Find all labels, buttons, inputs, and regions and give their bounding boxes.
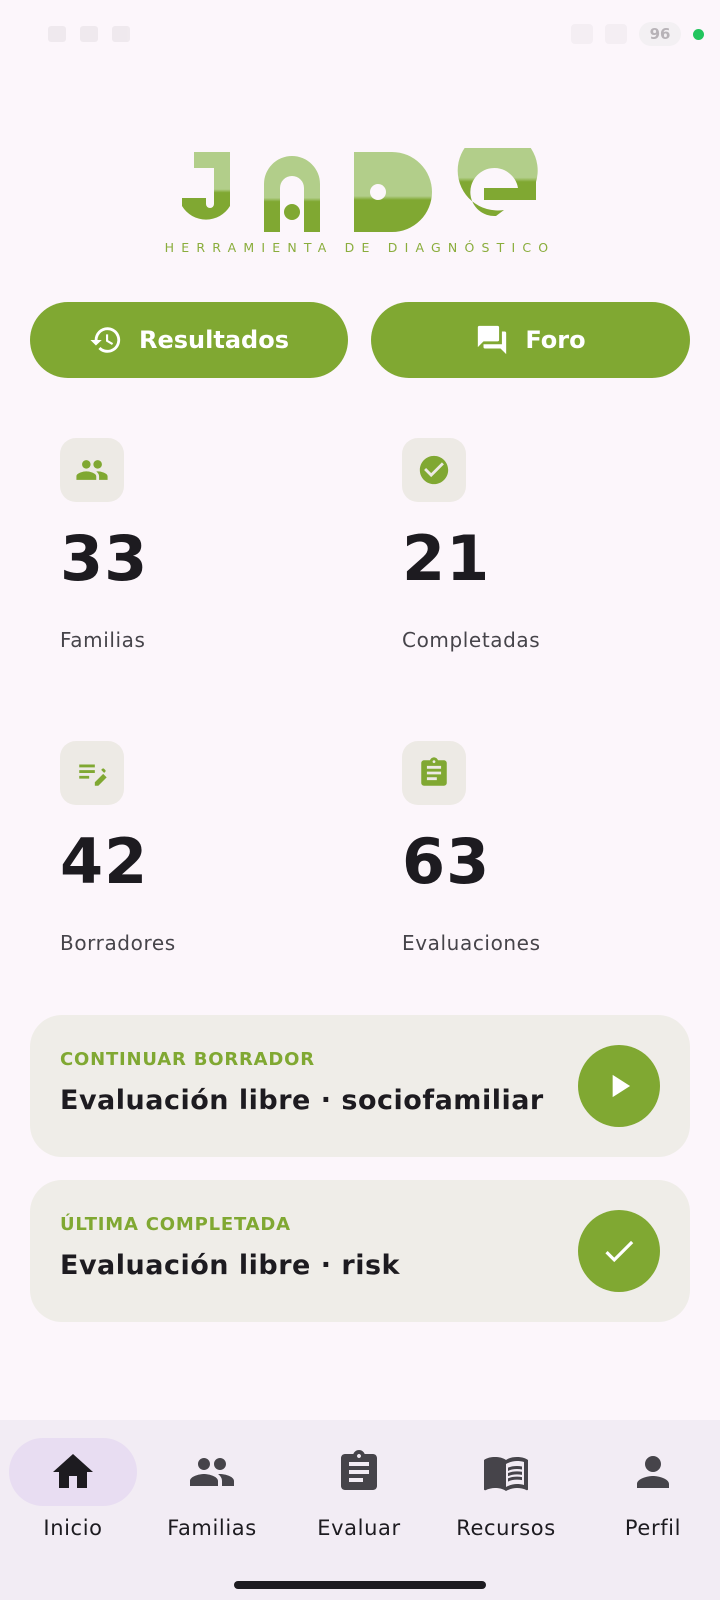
wifi-icon — [605, 24, 627, 44]
forum-icon — [478, 325, 507, 355]
results-button-label: Resultados — [139, 326, 289, 354]
play-button[interactable] — [578, 1045, 660, 1127]
nav-item-evaluar[interactable]: Evaluar — [287, 1438, 431, 1540]
last-completed-card[interactable]: ÚLTIMA COMPLETADA Evaluación libre · ris… — [30, 1180, 690, 1322]
home-icon — [53, 1454, 93, 1488]
play-icon — [612, 1074, 631, 1098]
stat-icon-box — [402, 741, 466, 805]
signal-icon — [571, 24, 593, 44]
stat-label: Borradores — [60, 931, 176, 955]
clipboard-icon — [341, 1450, 377, 1490]
logo-tagline: HERRAMIENTA DE DIAGNÓSTICO — [164, 240, 556, 255]
nav-item-inicio[interactable]: Inicio — [1, 1438, 145, 1540]
forum-button-label: Foro — [525, 326, 586, 354]
card-label: CONTINUAR BORRADOR — [60, 1049, 315, 1070]
nav-pill — [295, 1438, 423, 1506]
stat-value: 21 — [402, 522, 491, 595]
card-label: ÚLTIMA COMPLETADA — [60, 1214, 291, 1235]
notification-icon — [48, 26, 66, 42]
nav-label: Inicio — [43, 1516, 103, 1540]
stat-label: Familias — [60, 628, 146, 652]
stat-label: Completadas — [402, 628, 541, 652]
person-icon — [637, 1456, 669, 1488]
stat-icon-box — [60, 438, 124, 502]
results-button[interactable]: Resultados — [30, 302, 348, 378]
clipboard-icon — [421, 757, 447, 786]
book-icon — [484, 1457, 528, 1491]
nav-pill — [442, 1438, 570, 1506]
battery-level: 96 — [639, 22, 681, 46]
nav-active-indicator — [9, 1438, 137, 1506]
home-screen: 96 HERRAMIENTA DE DIAGNÓSTICO Resultados… — [0, 0, 720, 1600]
status-bar: 96 — [0, 0, 720, 70]
card-title: Evaluación libre · sociofamiliar — [60, 1085, 544, 1116]
check-icon — [605, 1240, 634, 1263]
stat-familias: 33 Familias — [60, 438, 360, 652]
stat-icon-box — [402, 438, 466, 502]
status-notification-icons — [48, 26, 130, 42]
nav-label: Perfil — [624, 1516, 682, 1540]
bottom-navigation: Inicio Familias Evaluar Recursos Perfil — [0, 1420, 720, 1600]
jade-logo-icon — [182, 148, 538, 232]
nav-pill — [148, 1438, 276, 1506]
stat-icon-box — [60, 741, 124, 805]
nav-label: Evaluar — [317, 1516, 401, 1540]
stat-borradores: 42 Borradores — [60, 741, 360, 955]
edit-note-icon — [79, 764, 107, 786]
nav-item-recursos[interactable]: Recursos — [434, 1438, 578, 1540]
group-icon — [76, 460, 108, 480]
stat-completadas: 21 Completadas — [402, 438, 702, 652]
nav-pill — [589, 1438, 717, 1506]
history-icon — [90, 327, 121, 353]
continue-draft-card[interactable]: CONTINUAR BORRADOR Evaluación libre · so… — [30, 1015, 690, 1157]
status-system-icons: 96 — [571, 22, 704, 46]
forum-button[interactable]: Foro — [371, 302, 690, 378]
nav-label: Familias — [167, 1516, 257, 1540]
stat-value: 63 — [402, 825, 491, 898]
notification-icon — [80, 26, 98, 42]
completed-check-button[interactable] — [578, 1210, 660, 1292]
app-logo: HERRAMIENTA DE DIAGNÓSTICO — [0, 148, 720, 255]
card-title: Evaluación libre · risk — [60, 1250, 401, 1281]
notification-icon — [112, 26, 130, 42]
stat-value: 42 — [60, 825, 149, 898]
nav-item-perfil[interactable]: Perfil — [581, 1438, 720, 1540]
stat-value: 33 — [60, 522, 149, 595]
stat-evaluaciones: 63 Evaluaciones — [402, 741, 702, 955]
nav-item-familias[interactable]: Familias — [140, 1438, 284, 1540]
privacy-indicator-dot — [693, 28, 704, 40]
home-indicator[interactable] — [234, 1581, 486, 1589]
nav-label: Recursos — [456, 1516, 556, 1540]
stat-label: Evaluaciones — [402, 931, 541, 955]
check-circle-icon — [419, 455, 449, 485]
group-icon — [190, 1458, 234, 1486]
